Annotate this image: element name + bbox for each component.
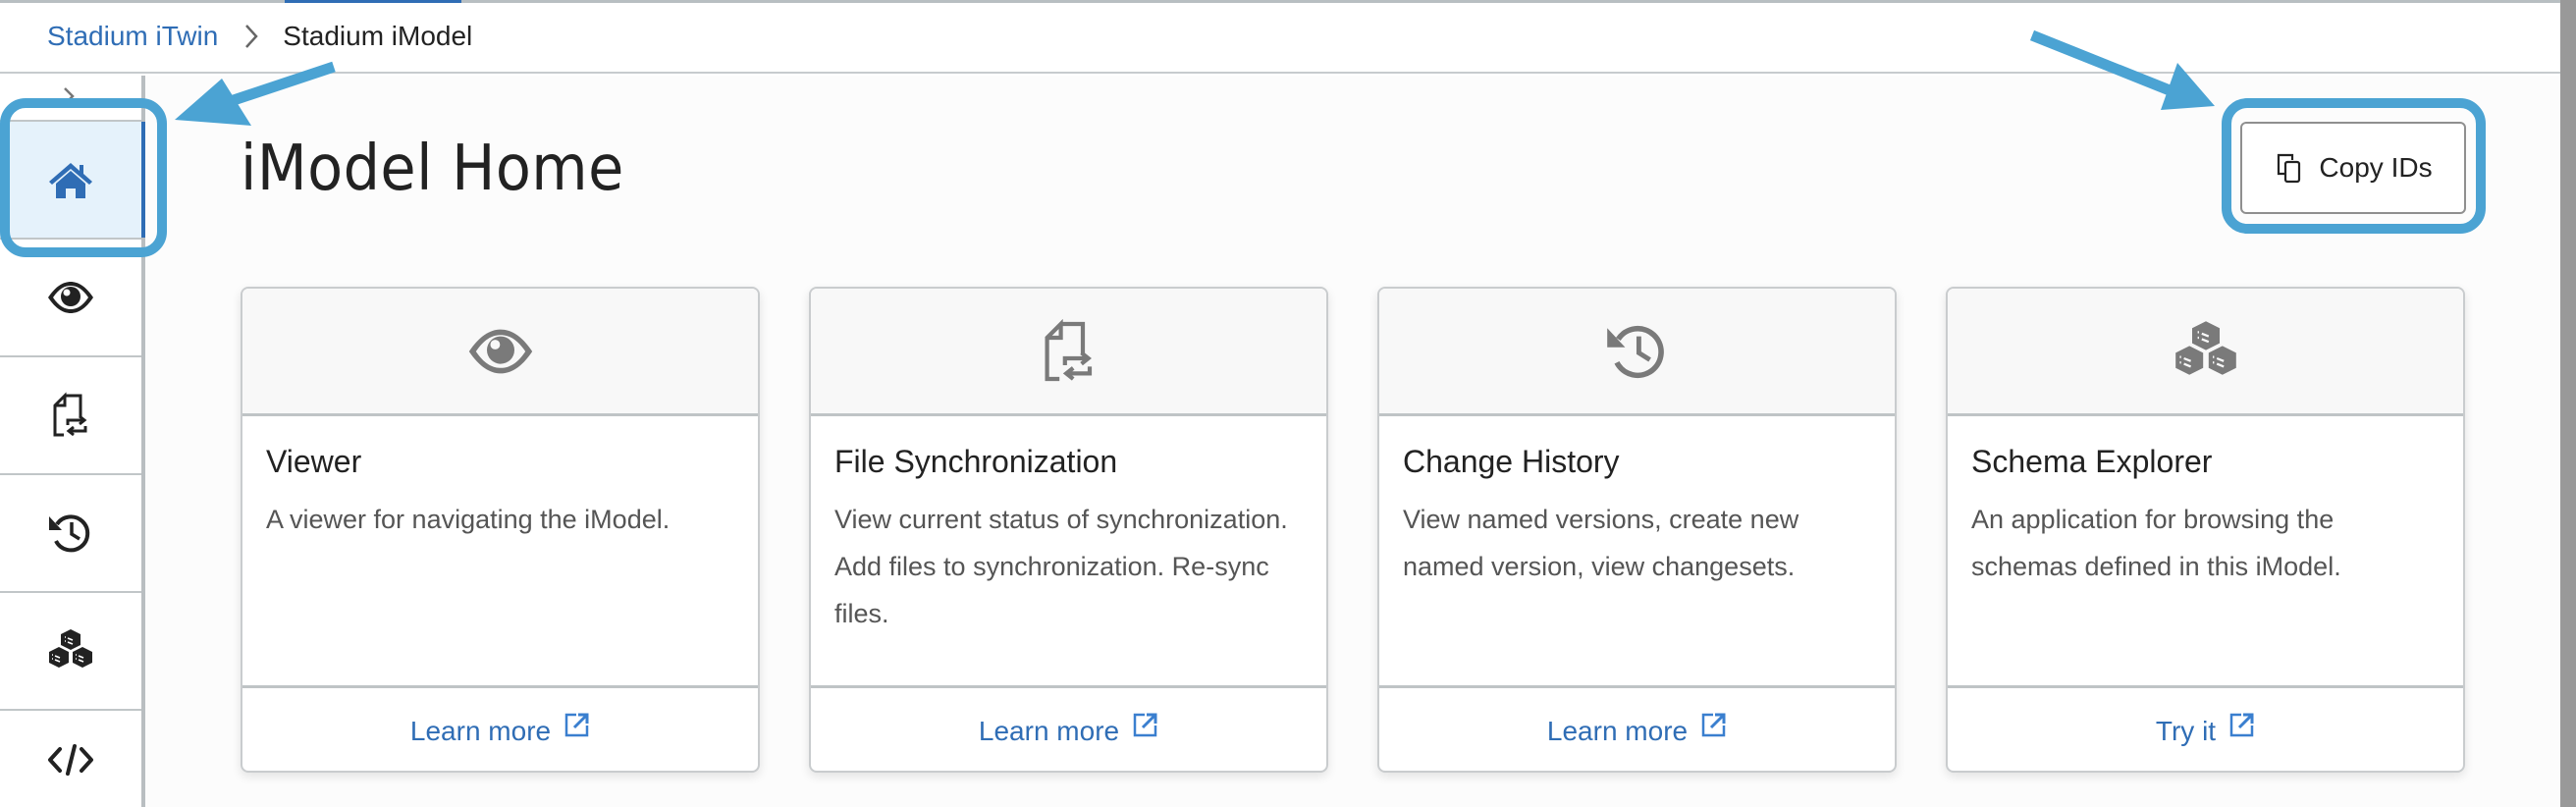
- history-icon: [1606, 325, 1664, 378]
- card-description: A viewer for navigating the iModel.: [266, 505, 671, 534]
- card-title: Viewer: [266, 444, 362, 479]
- card-body: Schema Explorer An application for brows…: [1948, 416, 2463, 689]
- breadcrumb: Stadium iTwin Stadium iModel: [47, 21, 472, 52]
- try-it-link[interactable]: Try it: [2156, 712, 2255, 747]
- sidebar-item-file-sync[interactable]: [0, 357, 141, 475]
- card-description: An application for browsing the schemas …: [1971, 505, 2341, 581]
- sidebar-expand-button[interactable]: [57, 85, 80, 109]
- breadcrumb-current-imodel: Stadium iModel: [283, 21, 473, 51]
- chevron-right-icon: [242, 22, 261, 51]
- copy-ids-button[interactable]: Copy IDs: [2240, 122, 2466, 214]
- card-description: View named versions, create new named ve…: [1403, 505, 1799, 581]
- card-viewer: Viewer A viewer for navigating the iMode…: [241, 287, 760, 773]
- vertical-scrollbar[interactable]: [2560, 0, 2576, 807]
- page-title: iModel Home: [241, 133, 624, 205]
- copy-ids-label: Copy IDs: [2319, 152, 2433, 183]
- learn-more-link[interactable]: Learn more: [1547, 712, 1727, 747]
- link-label: Learn more: [1546, 716, 1689, 746]
- sidebar-item-change-history[interactable]: [0, 475, 141, 593]
- home-icon: [49, 163, 92, 198]
- sidebar-item-developer[interactable]: [0, 711, 141, 807]
- link-label: Try it: [2155, 716, 2217, 746]
- file-sync-icon: [1045, 318, 1092, 381]
- card-header: [811, 289, 1326, 416]
- history-icon: [49, 514, 90, 553]
- code-icon: [48, 744, 93, 776]
- card-title: File Synchronization: [834, 444, 1118, 479]
- card-body: File Synchronization View current status…: [811, 416, 1326, 689]
- link-label: Learn more: [409, 716, 552, 746]
- sidebar-item-schema-explorer[interactable]: [0, 593, 141, 711]
- link-label: Learn more: [978, 716, 1120, 746]
- card-footer: Learn more: [242, 685, 758, 771]
- external-link-icon: [2229, 713, 2254, 737]
- breadcrumb-link-itwin[interactable]: Stadium iTwin: [47, 21, 218, 52]
- card-body: Viewer A viewer for navigating the iMode…: [242, 416, 758, 689]
- card-footer: Learn more: [811, 685, 1326, 771]
- card-title: Schema Explorer: [1971, 444, 2213, 479]
- eye-icon: [468, 329, 532, 373]
- card-footer: Try it: [1948, 685, 2463, 771]
- card-title: Change History: [1403, 444, 1620, 479]
- external-link-icon: [1701, 713, 1726, 737]
- sidebar-item-home[interactable]: [0, 120, 145, 240]
- card-description: View current status of synchronization. …: [834, 505, 1288, 628]
- card-body: Change History View named versions, crea…: [1379, 416, 1895, 689]
- cubes-icon: [49, 629, 92, 668]
- card-header: [1948, 289, 2463, 416]
- card-schema-explorer: Schema Explorer An application for brows…: [1946, 287, 2465, 773]
- cubes-icon: [2174, 320, 2236, 375]
- sidebar-item-viewer[interactable]: [0, 240, 141, 357]
- copy-icon: [2278, 153, 2301, 184]
- card-header: [1379, 289, 1895, 416]
- chevron-right-icon: [64, 87, 75, 105]
- card-footer: Learn more: [1379, 685, 1895, 771]
- eye-icon: [48, 282, 93, 313]
- learn-more-link[interactable]: Learn more: [979, 712, 1158, 747]
- card-change-history: Change History View named versions, crea…: [1377, 287, 1897, 773]
- file-sync-icon: [53, 392, 87, 437]
- sidebar: [0, 76, 145, 807]
- main-content: iModel Home Copy IDs Viewer A viewer for…: [145, 76, 2560, 807]
- external-link-icon: [564, 713, 589, 737]
- header: Stadium iTwin Stadium iModel: [0, 3, 2560, 74]
- card-header: [242, 289, 758, 416]
- external-link-icon: [1133, 713, 1157, 737]
- learn-more-link[interactable]: Learn more: [410, 712, 590, 747]
- card-file-synchronization: File Synchronization View current status…: [809, 287, 1328, 773]
